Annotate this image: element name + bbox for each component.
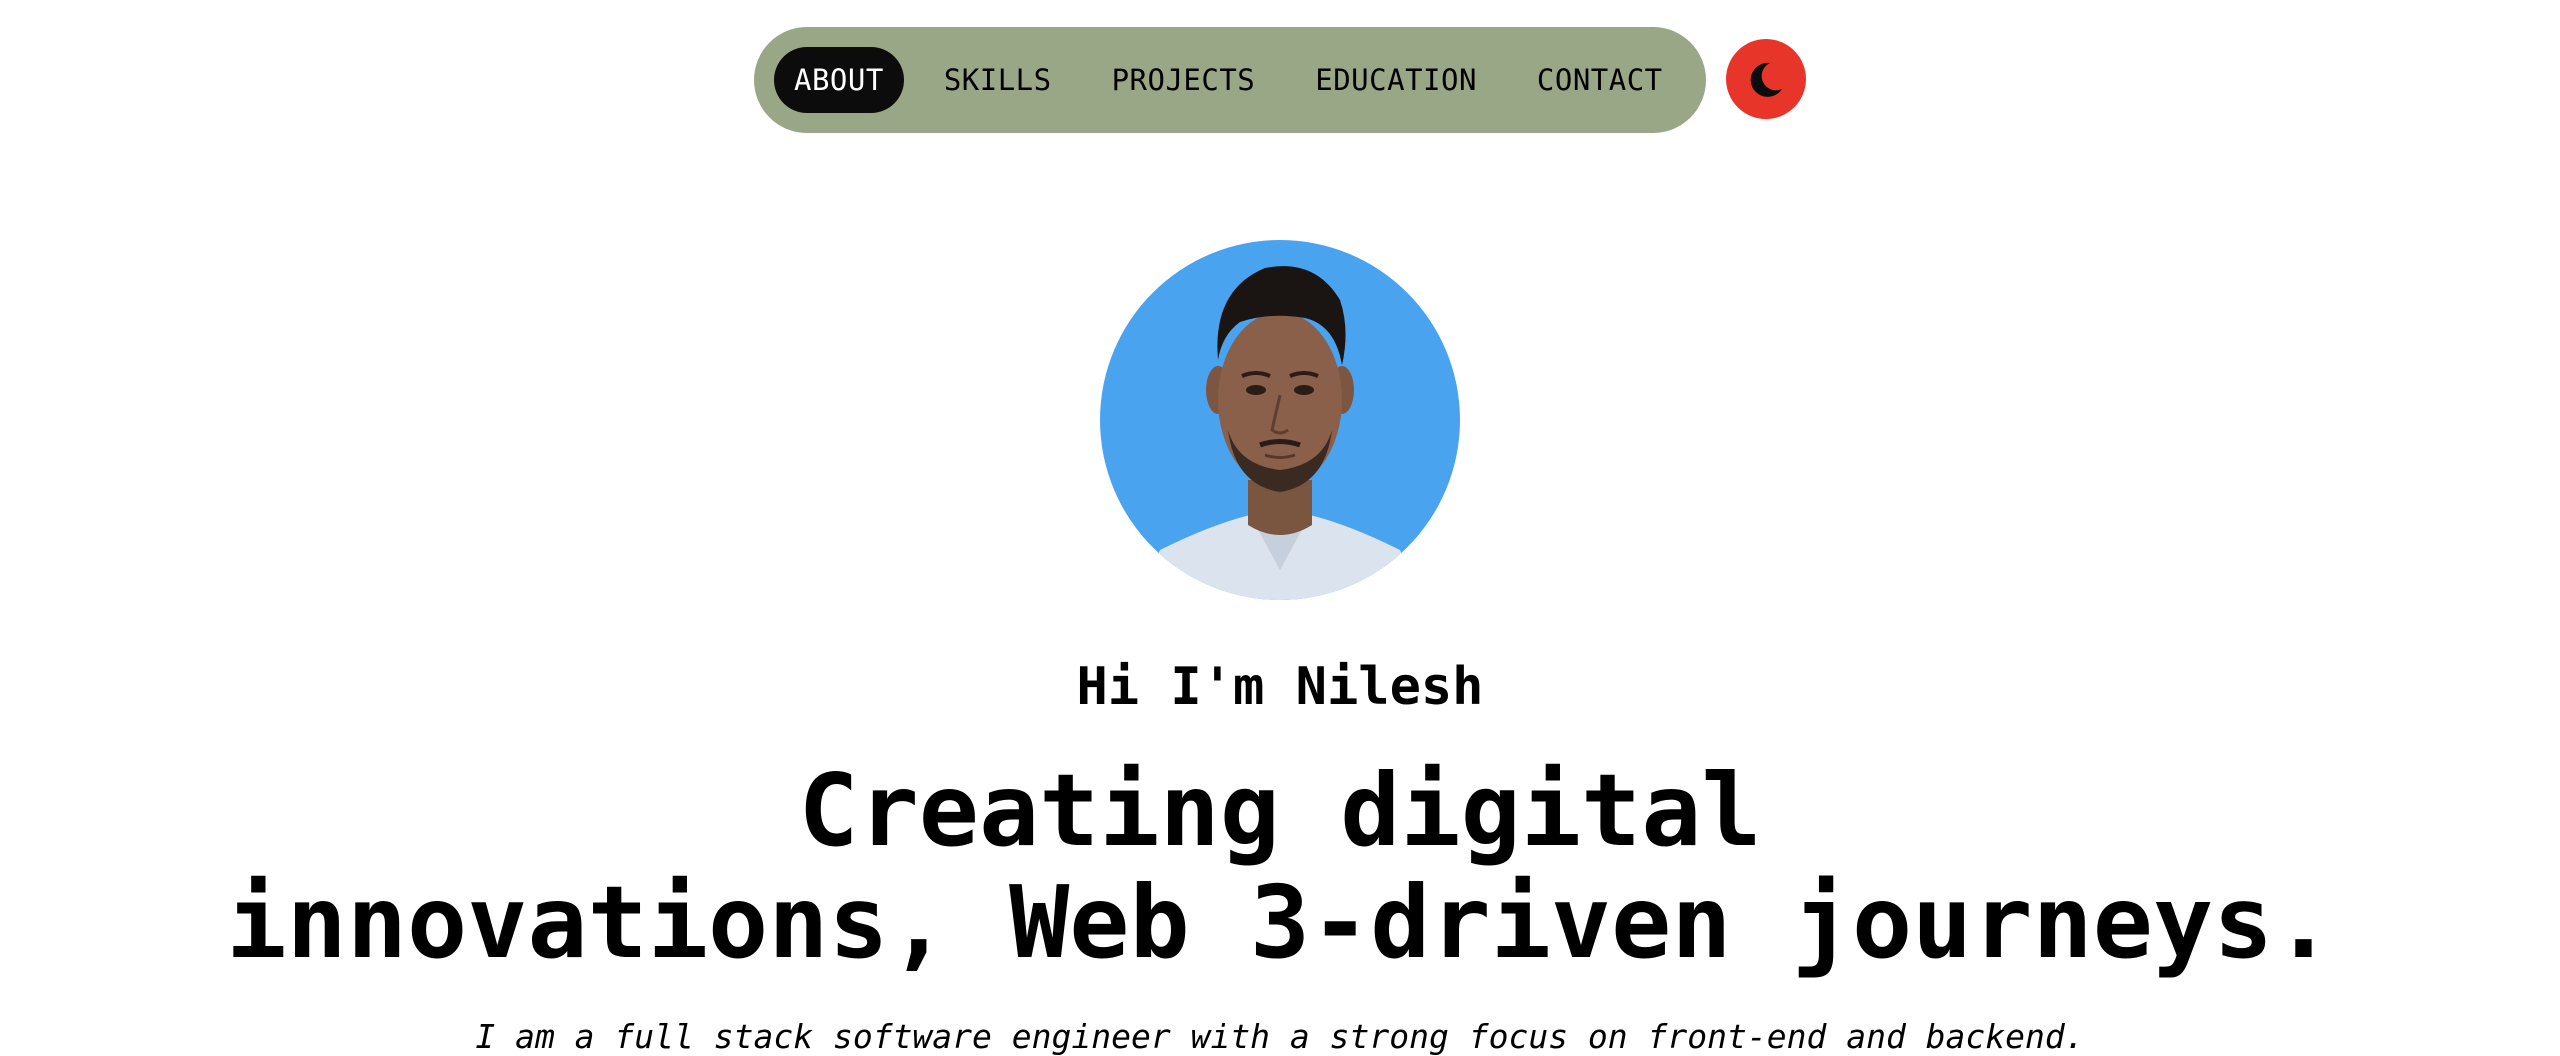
avatar [1100,240,1460,600]
nav-item-projects[interactable]: PROJECTS [1092,47,1276,113]
hero-headline: Creating digital innovations, Web 3-driv… [0,755,2560,979]
nav-item-contact[interactable]: CONTACT [1517,47,1683,113]
hero-greeting: Hi I'm Nilesh [1076,657,1484,717]
nav-item-education[interactable]: EDUCATION [1295,47,1497,113]
nav-item-skills[interactable]: SKILLS [924,47,1072,113]
hero-headline-line2: innovations, Web 3-driven journeys. [226,864,2334,981]
page: ABOUT SKILLS PROJECTS EDUCATION CONTACT [0,0,2560,1056]
hero-headline-line1: Creating digital [798,752,1762,869]
hero-tagline: I am a full stack software engineer with… [475,1017,2085,1056]
main-nav: ABOUT SKILLS PROJECTS EDUCATION CONTACT [754,27,1706,133]
theme-toggle-button[interactable] [1726,39,1806,119]
profile-photo [1100,240,1460,600]
nav-item-about[interactable]: ABOUT [774,47,904,113]
moon-icon [1750,62,1782,97]
